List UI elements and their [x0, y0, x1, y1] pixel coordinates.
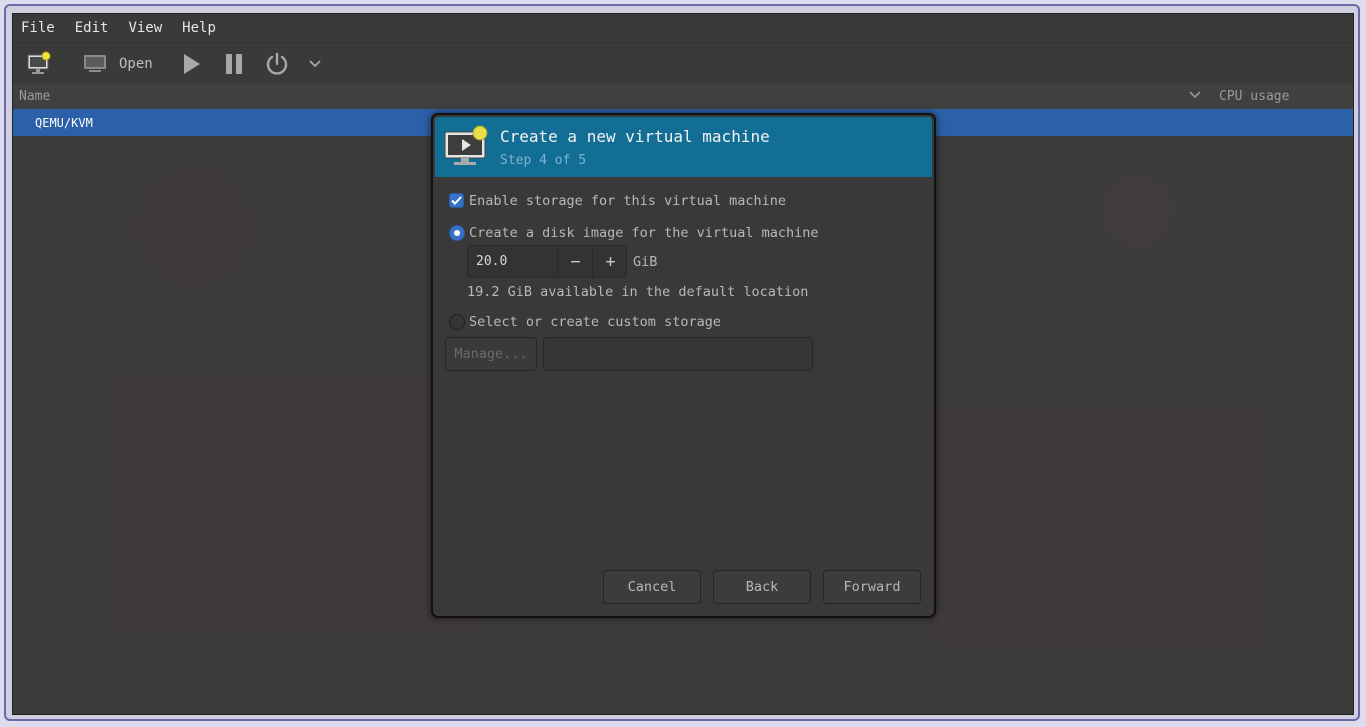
storage-path-input[interactable]	[543, 337, 813, 371]
background-blur	[933, 406, 1263, 646]
new-vm-icon	[444, 125, 488, 165]
column-cpu-usage[interactable]: CPU usage	[1219, 89, 1289, 104]
disk-size-value[interactable]: 20.0	[476, 254, 507, 269]
manage-button[interactable]: Manage...	[445, 337, 537, 371]
custom-storage-radio[interactable]	[449, 314, 465, 330]
menu-view[interactable]: View	[128, 20, 162, 36]
toolbar: Open	[13, 42, 1353, 85]
disk-size-spinner[interactable]: 20.0 − +	[467, 245, 627, 278]
menu-help[interactable]: Help	[182, 20, 216, 36]
new-vm-icon	[27, 51, 51, 74]
chevron-down-icon	[1189, 91, 1201, 99]
open-label: Open	[119, 56, 153, 72]
column-header: Name CPU usage	[13, 84, 1353, 109]
disk-image-label[interactable]: Create a disk image for the virtual mach…	[469, 225, 819, 241]
column-name[interactable]: Name	[19, 89, 50, 104]
pause-icon	[226, 54, 242, 74]
run-button[interactable]	[177, 49, 205, 79]
decrement-button[interactable]: −	[557, 246, 593, 277]
dialog-header: Create a new virtual machine Step 4 of 5	[435, 117, 932, 177]
menubar: File Edit View Help	[13, 14, 1353, 42]
dialog-title: Create a new virtual machine	[500, 127, 770, 146]
enable-storage-checkbox[interactable]	[449, 193, 464, 208]
power-icon	[266, 52, 288, 75]
background-blur	[103, 376, 483, 636]
enable-storage-label[interactable]: Enable storage for this virtual machine	[469, 193, 786, 209]
background-blur	[1103, 176, 1173, 246]
disk-size-unit: GiB	[633, 254, 658, 270]
menu-edit[interactable]: Edit	[75, 20, 109, 36]
dialog-step: Step 4 of 5	[500, 153, 587, 168]
chevron-down-icon	[309, 60, 321, 68]
cancel-button[interactable]: Cancel	[603, 570, 701, 604]
shutdown-button[interactable]	[263, 49, 291, 79]
menu-file[interactable]: File	[21, 20, 55, 36]
open-button[interactable]: Open	[83, 49, 159, 79]
custom-storage-label[interactable]: Select or create custom storage	[469, 314, 721, 330]
available-space-label: 19.2 GiB available in the default locati…	[467, 284, 809, 300]
forward-button[interactable]: Forward	[823, 570, 921, 604]
connection-label: QEMU/KVM	[35, 116, 93, 130]
pause-button[interactable]	[220, 49, 248, 79]
column-chooser-button[interactable]	[1189, 88, 1201, 104]
disk-image-radio[interactable]	[449, 225, 465, 241]
back-button[interactable]: Back	[713, 570, 811, 604]
new-vm-button[interactable]	[21, 49, 57, 79]
monitor-icon	[84, 55, 106, 72]
increment-button[interactable]: +	[592, 246, 628, 277]
play-icon	[184, 54, 200, 74]
checkmark-icon	[451, 196, 462, 205]
shutdown-menu-button[interactable]	[305, 49, 325, 79]
new-vm-dialog: Create a new virtual machine Step 4 of 5…	[431, 113, 936, 618]
background-blur	[133, 166, 253, 286]
